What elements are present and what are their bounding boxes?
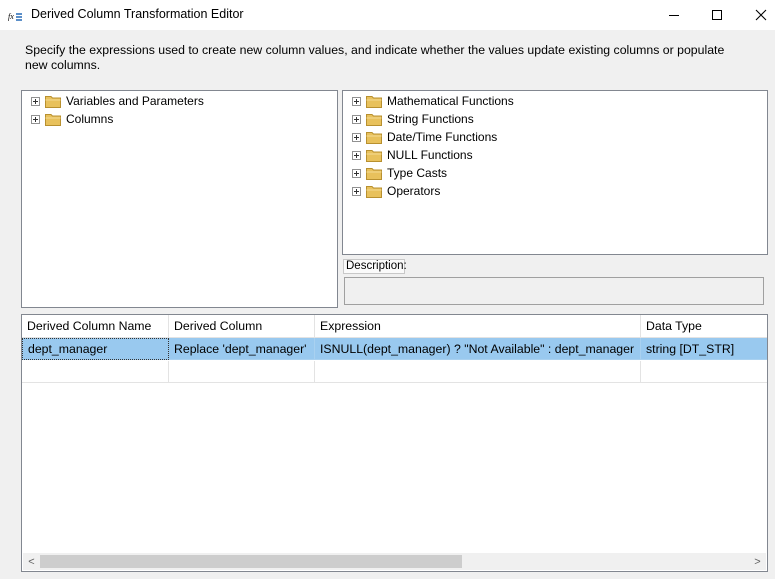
new-row-name-cell[interactable] (22, 361, 169, 383)
tree-item-label: NULL Functions (387, 148, 473, 162)
derived-column-app-icon: fx (8, 7, 24, 23)
tree-item-label: Type Casts (387, 166, 448, 180)
column-header-expression[interactable]: Expression (315, 315, 641, 338)
variables-columns-tree[interactable]: Variables and Parameters Columns (21, 90, 338, 308)
tree-item-type-casts[interactable]: Type Casts (352, 164, 447, 182)
folder-icon (45, 96, 61, 108)
new-row-derived-column-cell[interactable] (169, 361, 315, 383)
data-type-cell[interactable]: string [DT_STR] (641, 338, 767, 360)
description-label: Description: (343, 259, 407, 274)
expand-icon[interactable] (352, 150, 361, 160)
functions-tree[interactable]: Mathematical Functions String Functions … (342, 90, 768, 255)
new-row[interactable] (22, 361, 767, 383)
description-box (344, 277, 764, 305)
expand-icon[interactable] (352, 96, 361, 106)
grid-header: Derived Column Name Derived Column Expre… (22, 315, 767, 338)
new-row-expression-cell[interactable] (315, 361, 641, 383)
tree-item-columns[interactable]: Columns (31, 110, 113, 128)
expand-icon[interactable] (352, 132, 361, 142)
new-row-data-type-cell[interactable] (641, 361, 767, 383)
tree-item-variables-and-parameters[interactable]: Variables and Parameters (31, 92, 204, 110)
tree-item-date-time-functions[interactable]: Date/Time Functions (352, 128, 497, 146)
tree-item-label: Variables and Parameters (66, 94, 204, 108)
derived-column-cell[interactable]: Replace 'dept_manager' (169, 338, 315, 360)
instructions-text: Specify the expressions used to create n… (25, 43, 725, 72)
expand-icon[interactable] (31, 96, 40, 106)
tree-item-label: Operators (387, 184, 441, 198)
folder-icon (366, 168, 382, 180)
tree-item-mathematical-functions[interactable]: Mathematical Functions (352, 92, 514, 110)
folder-icon (366, 96, 382, 108)
svg-text:fx: fx (8, 12, 14, 21)
scroll-left-icon[interactable]: < (23, 553, 40, 570)
tree-item-label: String Functions (387, 112, 474, 126)
expand-icon[interactable] (352, 186, 361, 196)
folder-icon (366, 150, 382, 162)
column-header-derived-column-name[interactable]: Derived Column Name (22, 315, 169, 338)
maximize-button[interactable] (694, 0, 740, 30)
expand-icon[interactable] (31, 114, 40, 124)
column-header-derived-column[interactable]: Derived Column (169, 315, 315, 338)
folder-icon (366, 114, 382, 126)
tree-item-string-functions[interactable]: String Functions (352, 110, 474, 128)
expand-icon[interactable] (352, 168, 361, 178)
table-row[interactable]: dept_manager Replace 'dept_manager' ISNU… (22, 338, 767, 360)
scroll-right-icon[interactable]: > (749, 553, 766, 570)
folder-icon (45, 114, 61, 126)
tree-item-label: Mathematical Functions (387, 94, 514, 108)
minimize-button[interactable] (651, 0, 697, 30)
tree-item-label: Date/Time Functions (387, 130, 498, 144)
scroll-thumb[interactable] (40, 555, 462, 568)
expression-cell[interactable]: ISNULL(dept_manager) ? "Not Available" :… (315, 338, 641, 360)
horizontal-scrollbar[interactable]: < > (23, 553, 766, 570)
column-header-data-type[interactable]: Data Type (641, 315, 767, 338)
derived-column-name-cell[interactable]: dept_manager (22, 338, 169, 360)
close-button[interactable] (738, 0, 775, 30)
window-title: Derived Column Transformation Editor (31, 7, 244, 21)
tree-item-null-functions[interactable]: NULL Functions (352, 146, 473, 164)
tree-item-label: Columns (66, 112, 114, 126)
title-bar: fx Derived Column Transformation Editor (0, 0, 775, 30)
derived-columns-grid[interactable]: Derived Column Name Derived Column Expre… (21, 314, 768, 572)
expand-icon[interactable] (352, 114, 361, 124)
folder-icon (366, 186, 382, 198)
tree-item-operators[interactable]: Operators (352, 182, 440, 200)
folder-icon (366, 132, 382, 144)
